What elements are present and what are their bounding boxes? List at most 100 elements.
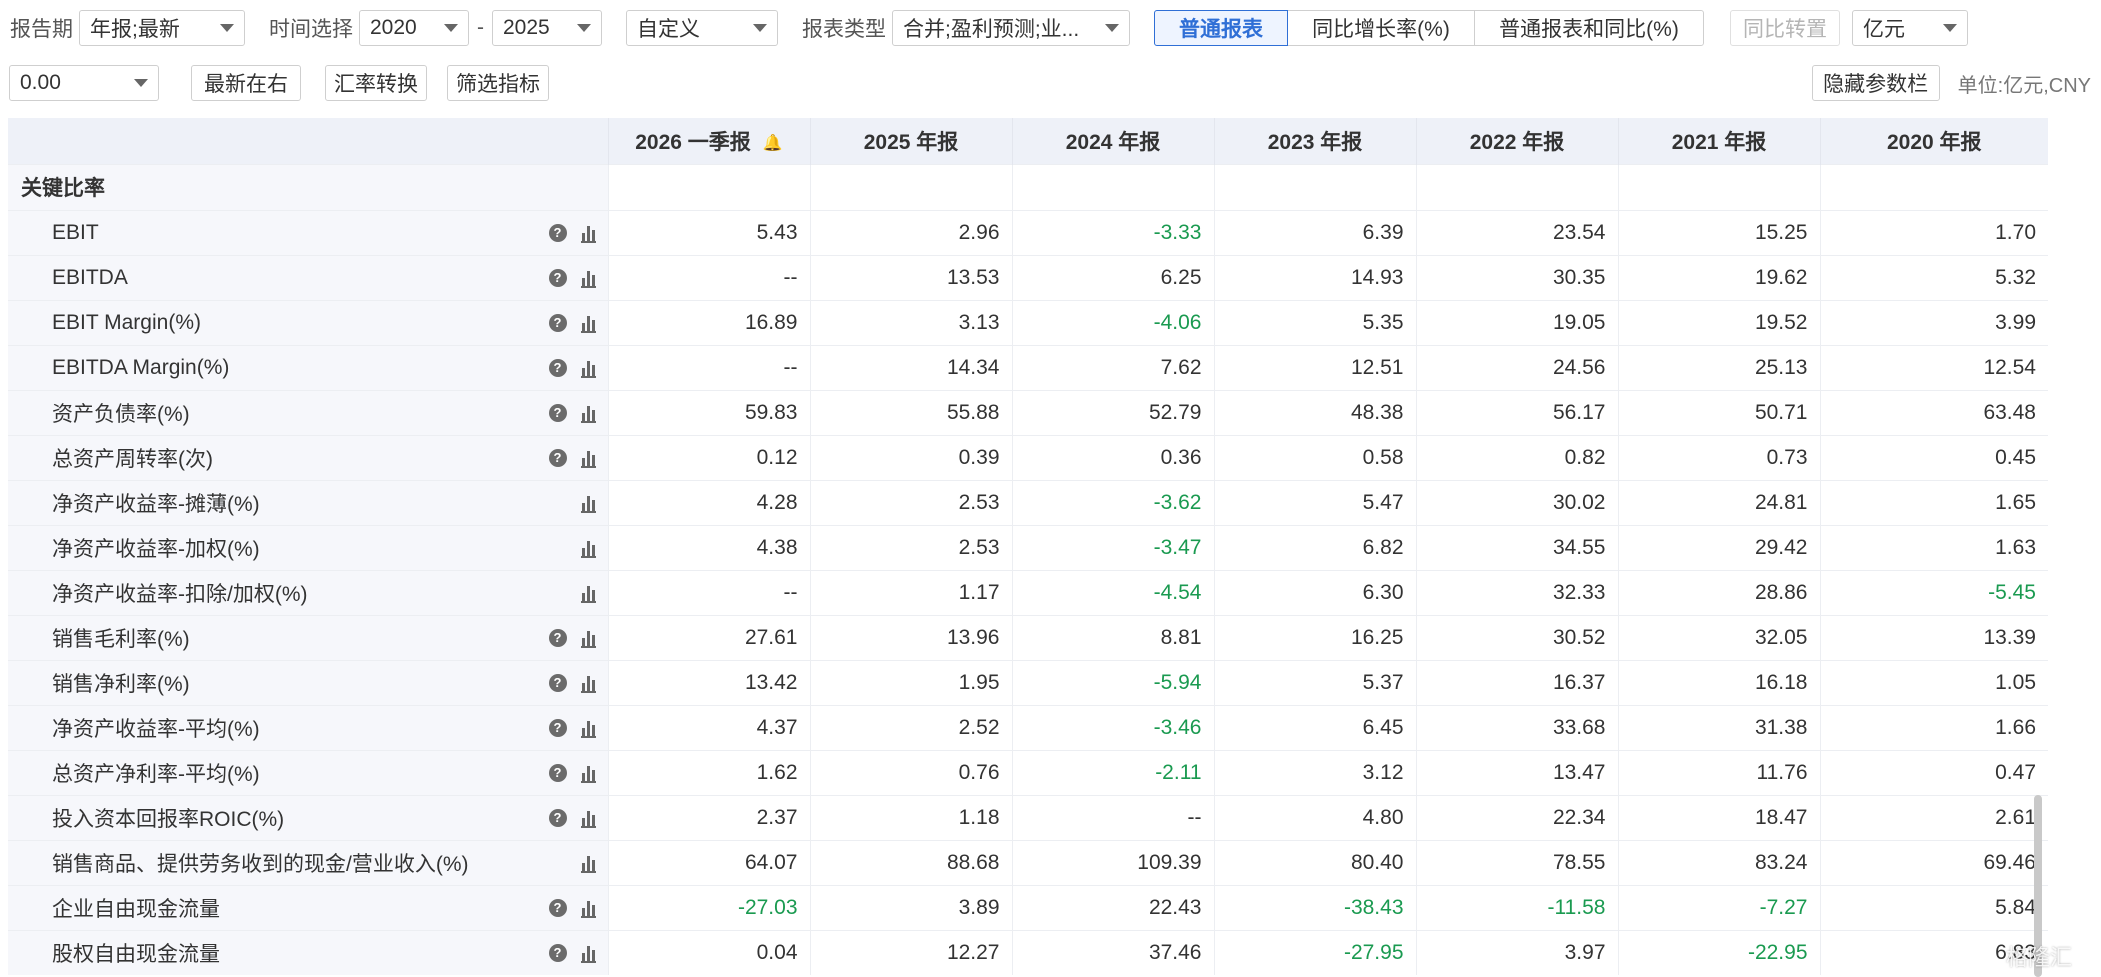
bar-chart-icon[interactable]	[580, 853, 596, 873]
bar-chart-icon[interactable]	[580, 538, 596, 558]
help-icon[interactable]: ?	[548, 763, 567, 782]
toolbar-row-1: 报告期 年报;最新 时间选择 2020 - 2025 自定义 报表类型 合并;盈…	[0, 8, 1968, 48]
bar-chart-icon[interactable]	[580, 673, 596, 693]
value-cell: 80.40	[1213, 839, 1416, 885]
column-header[interactable]: 2023 年报	[1213, 118, 1416, 164]
help-icon[interactable]: ?	[548, 673, 567, 692]
row-icons: ?	[548, 628, 596, 648]
help-icon[interactable]: ?	[548, 808, 567, 827]
table-row: 资产负债率(%)? 59.83 55.88 52.79 48.38 56.17 50.71 6…	[8, 389, 2048, 435]
custom-value: 自定义	[637, 18, 700, 41]
bar-chart-icon[interactable]	[580, 403, 596, 423]
help-icon[interactable]: ?	[548, 313, 567, 332]
custom-select[interactable]: 自定义	[626, 10, 778, 46]
table-row: EBIT Margin(%)? 16.89 3.13 -4.06 5.35 19.05 19…	[8, 299, 2048, 345]
unit-select-value: 亿元	[1863, 18, 1905, 41]
table-row: 总资产周转率(次)? 0.12 0.39 0.36 0.58 0.82 0.73 0.45	[8, 434, 2048, 480]
value-cell: -4.54	[1011, 569, 1214, 615]
value-cell: 6.82	[1213, 524, 1416, 570]
value-cell: 3.97	[1415, 929, 1618, 975]
row-icons	[580, 583, 596, 603]
row-icons: ?	[548, 718, 596, 738]
value-cell: 3.99	[1819, 299, 2048, 345]
latest-right-button[interactable]: 最新在右	[191, 65, 301, 101]
help-icon[interactable]: ?	[548, 943, 567, 962]
yoy-transpose-button[interactable]: 同比转置	[1730, 10, 1840, 46]
help-icon[interactable]: ?	[548, 628, 567, 647]
value-cell: 30.52	[1415, 614, 1618, 660]
column-header-label: 2026 一季报	[635, 130, 751, 154]
bar-chart-icon[interactable]	[580, 763, 596, 783]
report-type-label: 报表类型	[802, 18, 886, 41]
report-type-select[interactable]: 合并;盈利预测;业...	[892, 10, 1130, 46]
value-cell: 5.35	[1213, 299, 1416, 345]
row-icons	[580, 538, 596, 558]
value-cell: 29.42	[1617, 524, 1820, 570]
bar-chart-icon[interactable]	[580, 718, 596, 738]
value-cell: 1.65	[1819, 479, 2048, 525]
bell-icon[interactable]: 🔔	[763, 133, 783, 153]
value-cell: 13.47	[1415, 749, 1618, 795]
help-icon[interactable]: ?	[548, 268, 567, 287]
row-icons	[580, 493, 596, 513]
value-cell: 2.96	[809, 209, 1012, 255]
value-cell: 59.83	[607, 389, 810, 435]
section-title: 关键比率	[8, 163, 608, 210]
time-start-select[interactable]: 2020	[359, 10, 469, 46]
value-cell: 7.62	[1011, 344, 1214, 390]
table-row: EBIT? 5.43 2.96 -3.33 6.39 23.54 15.25 1.70	[8, 209, 2048, 255]
bar-chart-icon[interactable]	[580, 943, 596, 963]
value-cell: 0.04	[607, 929, 810, 975]
help-icon[interactable]: ?	[548, 223, 567, 242]
report-view-tabs: 普通报表 同比增长率(%) 普通报表和同比(%)	[1154, 10, 1704, 46]
bar-chart-icon[interactable]	[580, 268, 596, 288]
unit-select[interactable]: 亿元	[1852, 10, 1968, 46]
value-cell: 4.80	[1213, 794, 1416, 840]
help-icon[interactable]: ?	[548, 898, 567, 917]
bar-chart-icon[interactable]	[580, 583, 596, 603]
tab-normal-and-yoy[interactable]: 普通报表和同比(%)	[1474, 10, 1704, 46]
bar-chart-icon[interactable]	[580, 358, 596, 378]
report-type-value: 合并;盈利预测;业...	[903, 18, 1080, 41]
value-cell: 1.62	[607, 749, 810, 795]
report-period-value: 年报;最新	[90, 18, 180, 41]
column-header[interactable]: 2020 年报	[1819, 118, 2048, 164]
help-icon[interactable]: ?	[548, 448, 567, 467]
tab-yoy-growth[interactable]: 同比增长率(%)	[1287, 10, 1475, 46]
column-header[interactable]: 2021 年报	[1617, 118, 1820, 164]
column-header[interactable]: 2022 年报	[1415, 118, 1618, 164]
table-row: 投入资本回报率ROIC(%)? 2.37 1.18 -- 4.80 22.34 18.47 2…	[8, 794, 2048, 840]
table-body: 关键比率 EBIT? 5.43 2.96 -3.33 6.39 23.54 15.25 1.7…	[8, 163, 2048, 975]
value-cell: 4.37	[607, 704, 810, 750]
bar-chart-icon[interactable]	[580, 493, 596, 513]
time-end-value: 2025	[503, 16, 550, 39]
chevron-down-icon	[134, 79, 148, 87]
fx-convert-button[interactable]: 汇率转换	[325, 65, 427, 101]
tab-normal-report[interactable]: 普通报表	[1154, 10, 1288, 46]
value-cell: 2.53	[809, 479, 1012, 525]
hide-params-button[interactable]: 隐藏参数栏	[1811, 65, 1940, 101]
decimal-select[interactable]: 0.00	[9, 65, 159, 101]
filter-indicators-button[interactable]: 筛选指标	[447, 65, 549, 101]
value-cell: -5.45	[1819, 569, 2048, 615]
chevron-down-icon	[1943, 24, 1957, 32]
time-dash: -	[477, 16, 484, 39]
row-name-cell: 企业自由现金流量?	[8, 884, 608, 930]
help-icon[interactable]: ?	[548, 358, 567, 377]
bar-chart-icon[interactable]	[580, 313, 596, 333]
column-header[interactable]: 2025 年报	[809, 118, 1012, 164]
bar-chart-icon[interactable]	[580, 223, 596, 243]
time-end-select[interactable]: 2025	[492, 10, 602, 46]
bar-chart-icon[interactable]	[580, 448, 596, 468]
table-row: 股权自由现金流量? 0.04 12.27 37.46 -27.95 3.97 -22.95 6…	[8, 929, 2048, 975]
help-icon[interactable]: ?	[548, 718, 567, 737]
toolbar: 报告期 年报;最新 时间选择 2020 - 2025 自定义 报表类型 合并;盈…	[0, 0, 2101, 120]
value-cell: 16.18	[1617, 659, 1820, 705]
bar-chart-icon[interactable]	[580, 628, 596, 648]
bar-chart-icon[interactable]	[580, 898, 596, 918]
column-header[interactable]: 2026 一季报 🔔	[607, 118, 810, 164]
column-header[interactable]: 2024 年报	[1011, 118, 1214, 164]
help-icon[interactable]: ?	[548, 403, 567, 422]
report-period-select[interactable]: 年报;最新	[79, 10, 245, 46]
bar-chart-icon[interactable]	[580, 808, 596, 828]
